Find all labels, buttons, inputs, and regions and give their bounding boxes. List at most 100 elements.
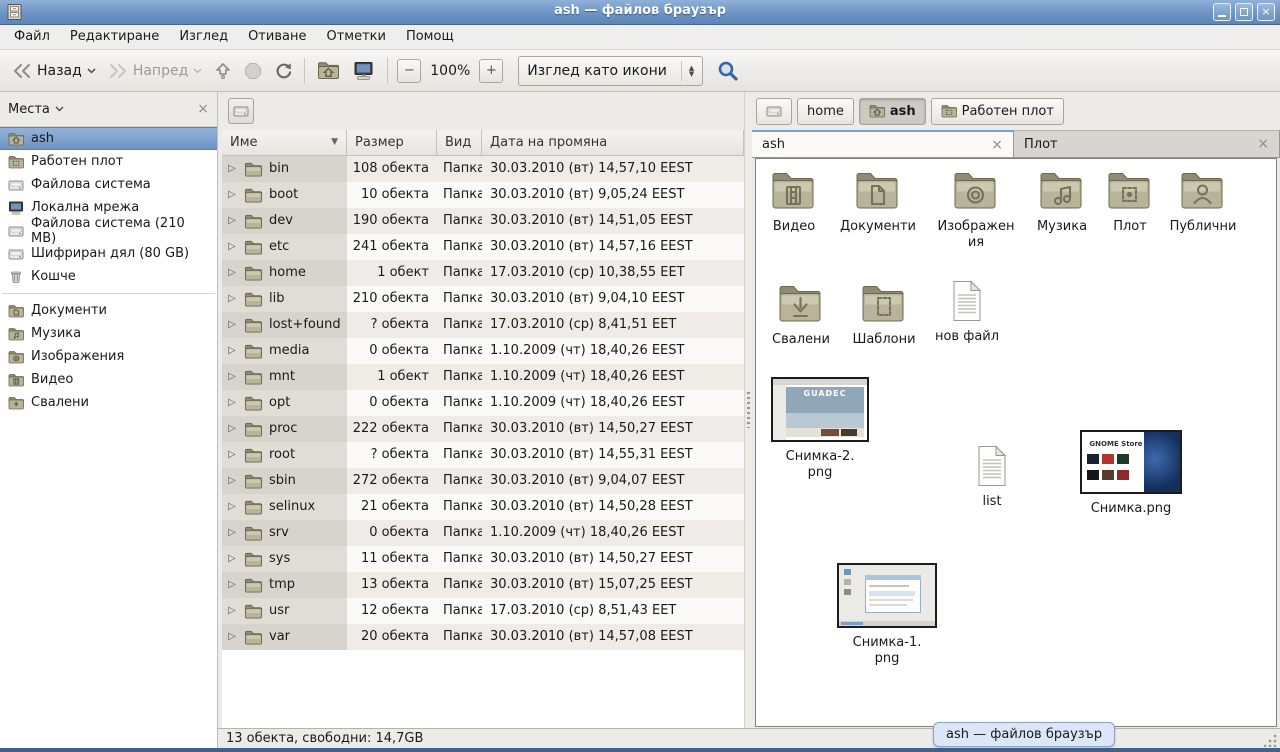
search-button[interactable] [711,55,745,87]
row-type: Папка [437,364,482,390]
pane-splitter[interactable] [744,92,752,728]
computer-button[interactable] [346,55,381,87]
sidebar-item[interactable]: Кошче [0,265,217,288]
column-header[interactable]: Дата на промяна [482,130,744,156]
table-row[interactable]: ▷dev190 обектаПапка30.03.2010 (вт) 14,51… [222,208,744,234]
table-row[interactable]: ▷home1 обектПапка17.03.2010 (ср) 10,38,5… [222,260,744,286]
table-row[interactable]: ▷srv0 обектаПапка1.10.2009 (чт) 18,40,26… [222,520,744,546]
sidebar-item[interactable]: Свалени [0,391,217,414]
table-row[interactable]: ▷tmp13 обектаПапка30.03.2010 (вт) 15,07,… [222,572,744,598]
expander-icon[interactable]: ▷ [228,598,238,624]
expander-icon[interactable]: ▷ [228,468,238,494]
resize-grip[interactable] [1264,733,1278,747]
path-button[interactable]: ash [859,98,926,125]
close-button[interactable]: × [1257,3,1275,21]
column-header[interactable]: Размер [347,130,437,156]
path-button[interactable]: home [797,98,854,125]
forward-label: Напред [133,63,188,79]
file-item[interactable]: GUADECСнимка-2. png [760,377,880,481]
titlebar[interactable]: ash — файлов браузър × [0,0,1280,25]
expander-icon[interactable]: ▷ [228,572,238,598]
file-item[interactable]: нов файл [907,280,1027,345]
expander-icon[interactable]: ▷ [228,156,238,182]
menu-item-2[interactable]: Редактиране [60,25,169,49]
table-row[interactable]: ▷sys11 обектаПапка30.03.2010 (вт) 14,50,… [222,546,744,572]
expander-icon[interactable]: ▷ [228,624,238,650]
zoom-in-button[interactable]: + [479,59,503,83]
table-row[interactable]: ▷media0 обектаПапка1.10.2009 (чт) 18,40,… [222,338,744,364]
expander-icon[interactable]: ▷ [228,494,238,520]
expander-icon[interactable]: ▷ [228,234,238,260]
path-button[interactable]: Работен плот [931,98,1064,125]
table-row[interactable]: ▷root? обектаПапка30.03.2010 (вт) 14,55,… [222,442,744,468]
forward-button[interactable]: Напред [102,55,208,87]
expander-icon[interactable]: ▷ [228,390,238,416]
up-button[interactable] [208,55,238,87]
file-item[interactable]: Публични [1143,170,1263,235]
file-item[interactable]: Снимка-1. png [827,563,947,667]
expander-icon[interactable]: ▷ [228,312,238,338]
taskbar-window-label: ash — файлов браузър [933,722,1115,747]
table-row[interactable]: ▷bin108 обектаПапка30.03.2010 (вт) 14,57… [222,156,744,182]
menu-item-5[interactable]: Отметки [316,25,395,49]
sidebar-item[interactable]: Файлова система [0,173,217,196]
expander-icon[interactable]: ▷ [228,364,238,390]
file-item[interactable]: list [932,445,1052,510]
expander-icon[interactable]: ▷ [228,442,238,468]
menu-item-1[interactable]: Файл [4,25,60,49]
root-drive-button[interactable] [228,98,254,124]
expander-icon[interactable]: ▷ [228,260,238,286]
table-row[interactable]: ▷sbin272 обектаПапка30.03.2010 (вт) 9,04… [222,468,744,494]
expander-icon[interactable]: ▷ [228,286,238,312]
column-header[interactable]: Име▼ [222,130,347,156]
table-row[interactable]: ▷etc241 обектаПапка30.03.2010 (вт) 14,57… [222,234,744,260]
tab-close-icon[interactable]: × [1257,136,1269,152]
menu-item-3[interactable]: Изглед [169,25,238,49]
expander-icon[interactable]: ▷ [228,520,238,546]
row-date: 30.03.2010 (вт) 14,57,16 EEST [482,234,744,260]
maximize-button[interactable] [1235,3,1253,21]
sidebar-item-label: Файлова система (210 MB) [31,216,209,246]
table-row[interactable]: ▷usr12 обектаПапка17.03.2010 (ср) 8,51,4… [222,598,744,624]
table-row[interactable]: ▷mnt1 обектПапка1.10.2009 (чт) 18,40,26 … [222,364,744,390]
tab-ash[interactable]: ash× [752,130,1014,157]
sidebar-item[interactable]: Документи [0,299,217,322]
sidebar-item[interactable]: Видео [0,368,217,391]
table-row[interactable]: ▷selinux21 обектаПапка30.03.2010 (вт) 14… [222,494,744,520]
sidebar-item[interactable]: Шифриран дял (80 GB) [0,242,217,265]
table-row[interactable]: ▷lib210 обектаПапка30.03.2010 (вт) 9,04,… [222,286,744,312]
back-button[interactable]: Назад [6,55,102,87]
stop-button[interactable] [238,55,268,87]
menu-item-6[interactable]: Помощ [396,25,464,49]
file-item[interactable]: GNOME StoreСнимка.png [1071,430,1191,517]
sidebar-item[interactable]: Изображения [0,345,217,368]
sidebar-close-icon[interactable]: × [197,101,209,117]
sidebar-mode-select[interactable]: Места [8,102,64,117]
minimize-button[interactable] [1213,3,1231,21]
table-row[interactable]: ▷proc222 обектаПапка30.03.2010 (вт) 14,5… [222,416,744,442]
table-row[interactable]: ▷boot10 обектаПапка30.03.2010 (вт) 9,05,… [222,182,744,208]
expander-icon[interactable]: ▷ [228,338,238,364]
table-row[interactable]: ▷var20 обектаПапка30.03.2010 (вт) 14,57,… [222,624,744,650]
sidebar-item[interactable]: ash [0,127,217,150]
expander-icon[interactable]: ▷ [228,416,238,442]
table-row[interactable]: ▷lost+found? обектаПапка17.03.2010 (ср) … [222,312,744,338]
expander-icon[interactable]: ▷ [228,182,238,208]
sidebar-item[interactable]: Файлова система (210 MB) [0,219,217,242]
zoom-out-button[interactable]: − [397,59,421,83]
sidebar-header: Места × [0,92,217,127]
view-mode-select[interactable]: Изглед като икони ▲▼ [518,56,703,86]
sidebar-item[interactable]: Музика [0,322,217,345]
tab-close-icon[interactable]: × [991,137,1003,153]
path-button[interactable] [756,98,792,125]
tab-Плот[interactable]: Плот× [1014,130,1280,157]
expander-icon[interactable]: ▷ [228,546,238,572]
row-name: proc [269,416,297,442]
column-header[interactable]: Вид [437,130,482,156]
reload-button[interactable] [268,55,298,87]
expander-icon[interactable]: ▷ [228,208,238,234]
home-button[interactable] [311,55,346,87]
sidebar-item[interactable]: Работен плот [0,150,217,173]
table-row[interactable]: ▷opt0 обектаПапка1.10.2009 (чт) 18,40,26… [222,390,744,416]
menu-item-4[interactable]: Отиване [238,25,316,49]
